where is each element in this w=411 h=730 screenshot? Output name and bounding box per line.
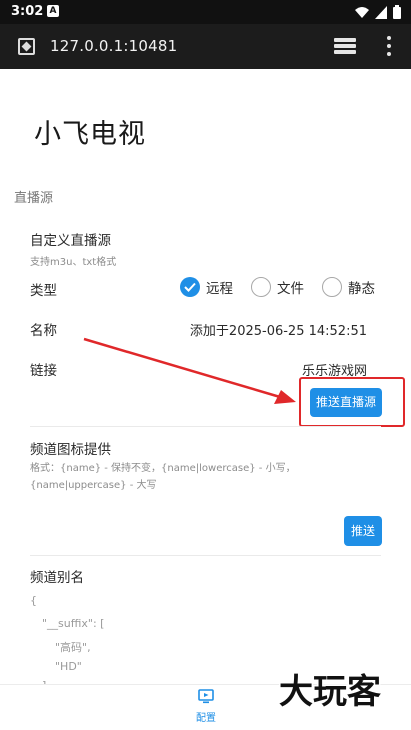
channel-logo-hint: 格式：{name} - 保持不变，{name|lowercase} - 小写，{… — [30, 463, 296, 491]
radio-file-label: 文件 — [277, 281, 304, 297]
radio-remote-label: 远程 — [206, 281, 233, 297]
wifi-icon — [355, 6, 369, 18]
watermark-logo: 大玩客 — [278, 671, 383, 713]
radio-remote[interactable]: 远程 — [180, 277, 233, 297]
nav-config[interactable]: 配置 — [189, 689, 223, 724]
tabs-icon[interactable] — [334, 38, 356, 54]
name-value[interactable]: 添加于2025-06-25 14:52:51 — [190, 320, 367, 339]
battery-icon — [393, 5, 401, 19]
radio-circle-icon — [322, 277, 342, 297]
page-title: 小飞电视 — [34, 119, 146, 150]
channel-logo-title: 频道图标提供 — [30, 442, 111, 458]
custom-source-subtitle: 支持m3u、txt格式 — [30, 257, 117, 268]
type-radio-group: 远程 文件 静态 — [180, 277, 393, 297]
status-time: 3:02 — [11, 4, 44, 19]
name-label: 名称 — [30, 323, 57, 339]
custom-source-title: 自定义直播源 — [30, 233, 111, 249]
check-icon — [180, 277, 200, 297]
site-icon[interactable] — [18, 38, 35, 55]
divider — [30, 555, 381, 556]
type-label: 类型 — [30, 283, 57, 299]
channel-alias-title: 频道别名 — [30, 570, 84, 586]
code-line: { — [30, 594, 37, 607]
signal-icon — [375, 5, 387, 19]
status-icons — [355, 5, 401, 19]
divider — [30, 426, 381, 427]
browser-toolbar: 127.0.0.1:10481 — [0, 24, 411, 69]
status-bar: 3:02 A — [0, 0, 411, 24]
code-line: "__suffix": [ — [42, 617, 105, 630]
code-line: "HD" — [55, 660, 82, 673]
code-line: "高码", — [55, 641, 91, 654]
radio-circle-icon — [251, 277, 271, 297]
link-label: 链接 — [30, 363, 57, 379]
notification-icon: A — [47, 5, 59, 17]
nav-config-label: 配置 — [196, 713, 216, 724]
push-live-source-button[interactable]: 推送直播源 — [310, 388, 382, 417]
svg-text:大玩客: 大玩客 — [279, 672, 381, 712]
radio-static[interactable]: 静态 — [322, 277, 375, 297]
radio-static-label: 静态 — [348, 281, 375, 297]
menu-icon[interactable] — [386, 36, 392, 56]
push-button[interactable]: 推送 — [344, 516, 382, 546]
section-title: 直播源 — [14, 191, 54, 206]
config-icon — [198, 689, 214, 704]
url-bar[interactable]: 127.0.0.1:10481 — [50, 37, 177, 55]
radio-file[interactable]: 文件 — [251, 277, 304, 297]
